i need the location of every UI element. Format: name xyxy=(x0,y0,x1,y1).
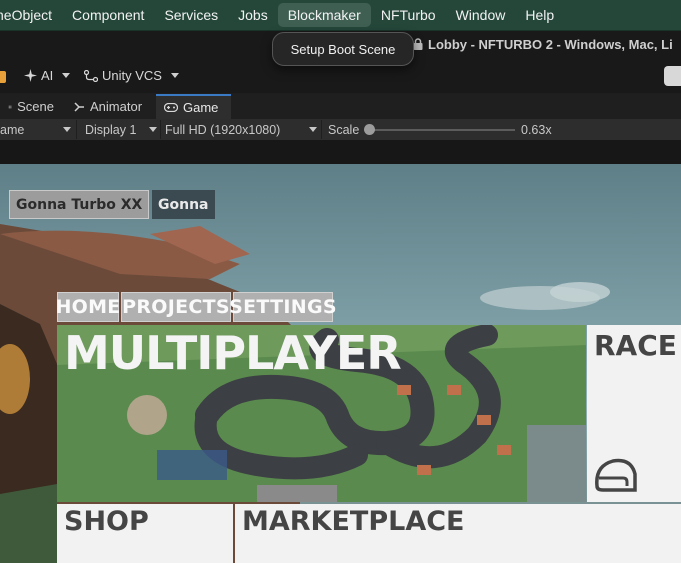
tab-game[interactable]: Game xyxy=(156,94,231,119)
menu-blockmaker[interactable]: Blockmaker xyxy=(277,3,371,27)
menu-window[interactable]: Window xyxy=(446,3,516,27)
player-name-tag: Gonna xyxy=(152,190,215,219)
unity-vcs-button[interactable]: Unity VCS xyxy=(84,68,179,83)
blockmaker-dropdown: Setup Boot Scene xyxy=(272,32,414,66)
nav-projects-button[interactable]: PROJECTS xyxy=(121,292,231,322)
menu-services[interactable]: Services xyxy=(154,3,228,27)
divider xyxy=(76,120,77,139)
animator-icon xyxy=(74,101,84,112)
multiplayer-title: MULTIPLAYER xyxy=(64,326,402,380)
ai-button[interactable]: AI xyxy=(24,68,71,83)
unity-vcs-label: Unity VCS xyxy=(102,68,162,83)
race-title: RACE xyxy=(594,329,677,362)
game-view-header xyxy=(0,140,681,164)
chevron-down-icon xyxy=(149,127,157,132)
chevron-down-icon xyxy=(62,73,71,78)
window-title: Lobby - NFTURBO 2 - Windows, Mac, Li xyxy=(428,37,673,52)
sparkle-icon xyxy=(24,69,37,82)
display-select[interactable]: Display 1 xyxy=(85,119,136,140)
menu-item-setup-boot-scene[interactable]: Setup Boot Scene xyxy=(291,42,396,57)
player-name-tag: Gonna Turbo XX xyxy=(9,190,150,219)
game-mode-value: ame xyxy=(0,122,25,137)
shop-title: SHOP xyxy=(64,506,149,537)
scene-icon xyxy=(8,105,12,108)
nav-home-button[interactable]: HOME xyxy=(55,292,120,322)
cloud-settings-icon[interactable] xyxy=(664,66,681,86)
menu-help[interactable]: Help xyxy=(515,3,564,27)
scale-label: Scale xyxy=(328,122,360,137)
game-mode-select[interactable]: ame xyxy=(0,119,24,140)
menu-nfturbo[interactable]: NFTurbo xyxy=(371,3,446,27)
menubar: neObject Component Services Jobs Blockma… xyxy=(0,0,681,31)
tab-animator[interactable]: Animator xyxy=(66,94,154,119)
nav-settings-button[interactable]: SETTINGS xyxy=(229,292,337,322)
menu-jobs[interactable]: Jobs xyxy=(228,3,278,27)
divider xyxy=(160,120,161,139)
marketplace-title: MARKETPLACE xyxy=(242,506,465,537)
scale-slider[interactable] xyxy=(368,129,515,131)
vcs-branch-icon xyxy=(84,69,98,82)
chevron-down-icon xyxy=(63,127,71,132)
resolution-select[interactable]: Full HD (1920x1080) xyxy=(165,119,280,140)
gamepad-icon xyxy=(164,103,178,112)
ai-label: AI xyxy=(41,68,54,83)
tab-animator-label: Animator xyxy=(90,99,143,114)
chevron-down-icon xyxy=(309,127,317,132)
menu-component[interactable]: Component xyxy=(62,3,154,27)
tab-scene[interactable]: Scene xyxy=(0,94,62,119)
tab-scene-label: Scene xyxy=(17,99,54,114)
helmet-icon xyxy=(595,458,637,492)
display-value: Display 1 xyxy=(85,122,137,137)
divider xyxy=(321,120,322,139)
chevron-down-icon xyxy=(170,73,179,78)
scale-value: 0.63x xyxy=(521,122,552,137)
account-icon[interactable] xyxy=(0,71,6,83)
scale-slider-handle[interactable] xyxy=(364,124,375,135)
resolution-value: Full HD (1920x1080) xyxy=(165,122,281,137)
tab-game-label: Game xyxy=(183,100,219,115)
menu-gameobject[interactable]: neObject xyxy=(0,3,62,27)
